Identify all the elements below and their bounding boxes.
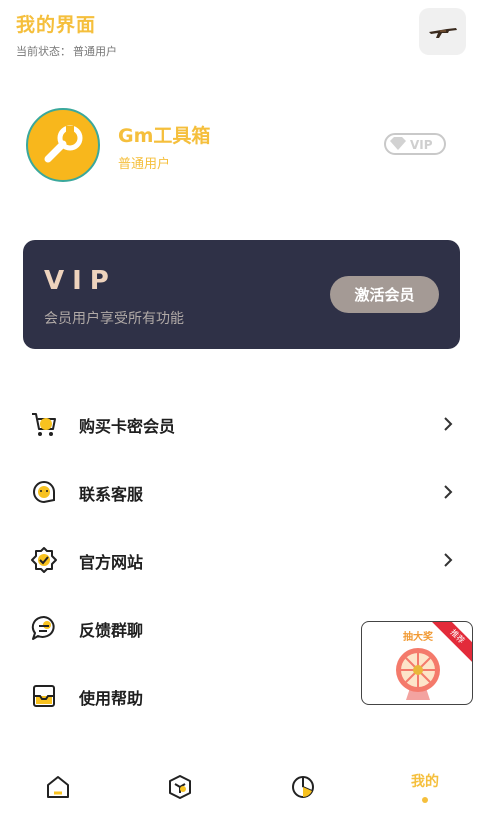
tab-tools[interactable] bbox=[120, 758, 240, 819]
menu-item-customer-service[interactable]: 联系客服 bbox=[0, 458, 483, 526]
menu-item-buy-card[interactable]: 购买卡密会员 bbox=[0, 390, 483, 458]
tab-stats[interactable] bbox=[243, 758, 363, 819]
promo-title: 抽大奖 bbox=[403, 632, 433, 643]
customer-service-icon bbox=[32, 481, 55, 504]
pie-chart-icon bbox=[292, 776, 314, 798]
status-line: 当前状态： 普通用户 bbox=[16, 43, 117, 59]
cube-icon bbox=[169, 775, 191, 799]
wrench-icon bbox=[44, 125, 83, 163]
active-indicator-dot bbox=[422, 797, 428, 803]
tab-mine-label: 我的 bbox=[411, 774, 439, 790]
profile-section: Gm工具箱 普通用户 VIP bbox=[26, 108, 456, 182]
shopping-cart-icon bbox=[32, 413, 56, 436]
page-header: 我的界面 当前状态： 普通用户 bbox=[16, 10, 117, 59]
tab-home[interactable] bbox=[0, 758, 118, 819]
chat-bubble-icon bbox=[31, 615, 55, 640]
vip-title: VIP bbox=[44, 266, 117, 296]
avatar[interactable] bbox=[26, 108, 100, 182]
user-type: 普通用户 bbox=[118, 157, 171, 172]
app-name: Gm工具箱 bbox=[118, 125, 211, 147]
status-value: 普通用户 bbox=[73, 45, 117, 58]
menu-item-label: 联系客服 bbox=[79, 485, 144, 504]
bottom-tab-bar: 我的 bbox=[0, 758, 483, 819]
page-title: 我的界面 bbox=[16, 14, 97, 36]
menu-item-official-site[interactable]: 官方网站 bbox=[0, 526, 483, 594]
vip-badge-icon: VIP bbox=[384, 133, 446, 155]
vip-description: 会员用户享受所有功能 bbox=[44, 311, 184, 327]
chevron-right-icon bbox=[444, 417, 453, 431]
help-inbox-icon bbox=[33, 685, 55, 707]
rifle-icon bbox=[428, 27, 457, 38]
status-label: 当前状态： bbox=[16, 45, 71, 58]
vip-card: VIP 会员用户享受所有功能 激活会员 bbox=[23, 240, 460, 349]
lucky-draw-promo[interactable]: 抽大奖 推荐 bbox=[361, 621, 473, 705]
menu-item-label: 官方网站 bbox=[79, 553, 144, 572]
prize-wheel-icon bbox=[396, 648, 440, 700]
menu-item-label: 反馈群聊 bbox=[79, 621, 144, 640]
chevron-right-icon bbox=[444, 485, 453, 499]
weapon-button[interactable] bbox=[419, 8, 466, 55]
activate-membership-button[interactable]: 激活会员 bbox=[330, 276, 439, 313]
chevron-right-icon bbox=[444, 553, 453, 567]
menu-item-label: 购买卡密会员 bbox=[79, 417, 176, 436]
home-icon bbox=[47, 776, 69, 798]
menu-item-label: 使用帮助 bbox=[79, 689, 144, 708]
tab-mine[interactable]: 我的 bbox=[365, 758, 483, 819]
vip-badge-text: VIP bbox=[410, 138, 433, 152]
official-site-icon bbox=[31, 547, 57, 573]
